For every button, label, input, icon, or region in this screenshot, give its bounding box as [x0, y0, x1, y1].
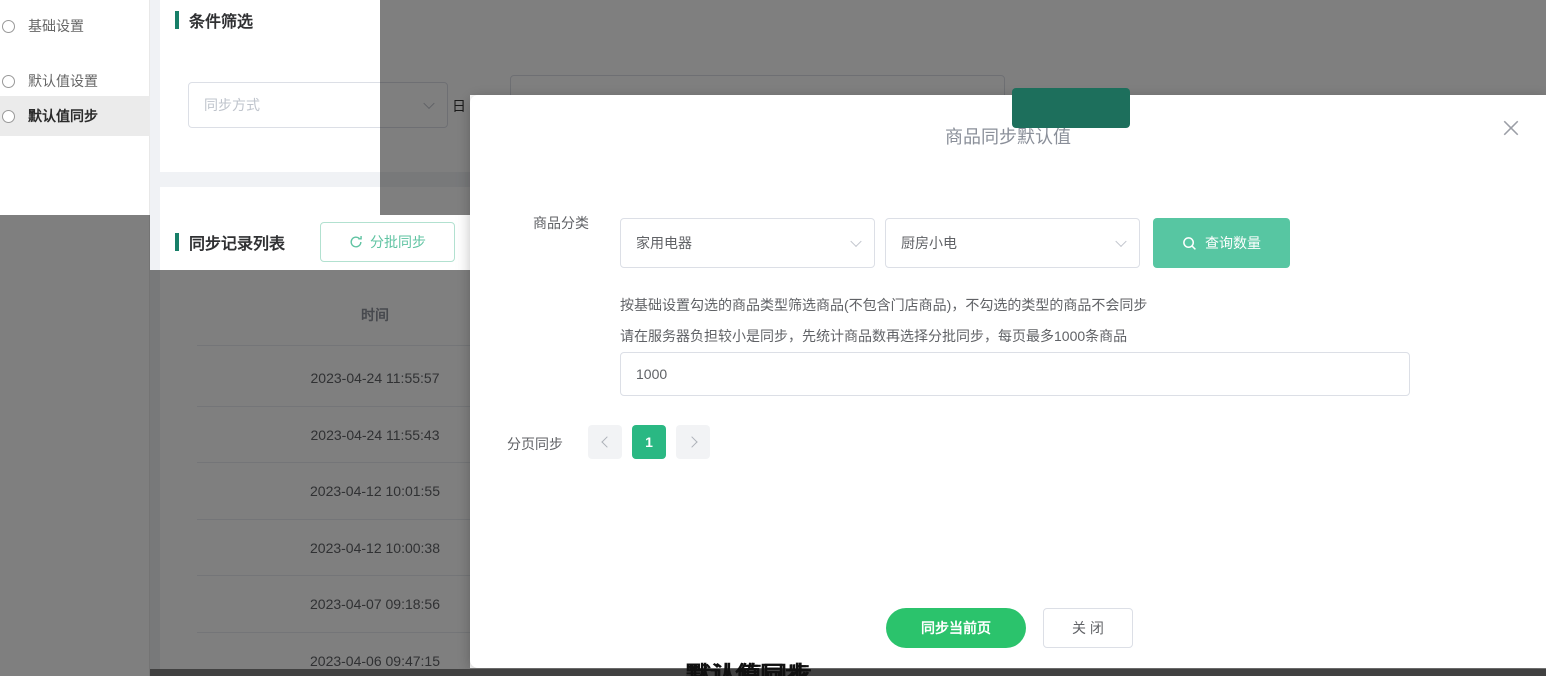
category-level2-select[interactable]: 厨房小电: [885, 218, 1140, 268]
records-section-title: 同步记录列表: [189, 236, 286, 253]
filter-search-button[interactable]: [1012, 88, 1130, 128]
category-level2-value: 厨房小电: [901, 235, 957, 251]
batch-sync-button[interactable]: 分批同步: [320, 222, 455, 262]
product-sync-default-dialog: 商品同步默认值 商品分类 家用电器 厨房小电 查询数量 按基础设置勾选的商品类型…: [470, 95, 1546, 668]
chevron-down-icon: [1115, 235, 1127, 248]
sync-current-page-button[interactable]: 同步当前页: [886, 608, 1026, 648]
dialog-title: 商品同步默认值: [945, 127, 1071, 147]
sidebar-item-label: 默认值设置: [28, 73, 98, 89]
query-count-label: 查询数量: [1205, 235, 1261, 251]
sidebar-item-label: 默认值同步: [28, 108, 98, 124]
screenshot-glitch-strip: [150, 669, 1546, 676]
sidebar-item-default-value-sync[interactable]: 默认值同步: [0, 96, 150, 136]
category-label: 商品分类: [533, 215, 589, 231]
records-section-header: 同步记录列表: [175, 230, 285, 254]
help-text-line1: 按基础设置勾选的商品类型筛选商品(不包含门店商品)，不勾选的类型的商品不会同步: [620, 297, 1148, 313]
sidebar-item-label: 基础设置: [28, 18, 84, 34]
refresh-icon: [350, 236, 362, 248]
pager-prev-button[interactable]: [588, 425, 622, 459]
sidebar-item-basic-settings[interactable]: 基础设置: [0, 6, 150, 46]
section-bar: [175, 233, 179, 251]
page-size-input[interactable]: [620, 352, 1410, 396]
pager-next-button[interactable]: [676, 425, 710, 459]
chevron-left-icon: [600, 436, 613, 448]
chevron-right-icon: [685, 436, 698, 448]
modal-backdrop: [380, 95, 470, 215]
modal-backdrop: [380, 0, 1546, 95]
radio-icon: [2, 109, 15, 123]
screenshot-glitch-text: 默认值同步: [685, 662, 810, 676]
pagination-label: 分页同步: [507, 436, 563, 452]
search-icon: [1183, 236, 1196, 250]
dialog-close-button[interactable]: 关 闭: [1043, 608, 1133, 648]
filter-section-header: 条件筛选: [175, 8, 253, 32]
modal-backdrop: [0, 215, 150, 270]
section-bar: [175, 11, 179, 29]
batch-sync-label: 分批同步: [370, 234, 426, 250]
close-icon[interactable]: [1502, 119, 1520, 137]
chevron-down-icon: [850, 235, 862, 248]
category-level1-value: 家用电器: [636, 235, 692, 251]
query-count-button[interactable]: 查询数量: [1153, 218, 1290, 268]
category-level1-select[interactable]: 家用电器: [620, 218, 875, 268]
help-text-line2: 请在服务器负担较小是同步，先统计商品数再选择分批同步，每页最多1000条商品: [620, 328, 1128, 344]
modal-backdrop: [0, 270, 470, 676]
radio-icon: [2, 74, 15, 88]
filter-section-title: 条件筛选: [189, 14, 254, 31]
sidebar-item-default-value-settings[interactable]: 默认值设置: [0, 61, 150, 101]
pager-page-1-button[interactable]: 1: [632, 425, 666, 459]
radio-icon: [2, 19, 15, 33]
